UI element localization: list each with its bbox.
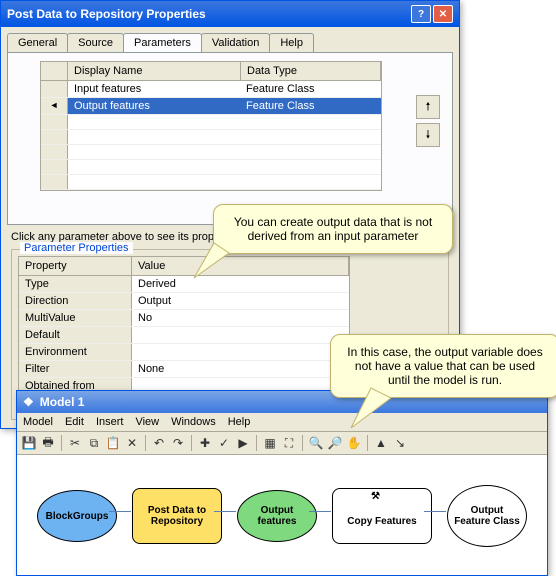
paste-icon[interactable]: 📋 (105, 435, 121, 451)
grid-header-name[interactable]: Display Name (68, 62, 241, 80)
tab-parameters[interactable]: Parameters (123, 33, 202, 52)
move-down-button[interactable]: 🠗 (416, 123, 440, 147)
redo-icon[interactable]: ↷ (170, 435, 186, 451)
auto-layout-icon[interactable]: ▦ (262, 435, 278, 451)
help-icon[interactable]: ? (411, 5, 431, 23)
menu-edit[interactable]: Edit (65, 416, 84, 428)
tab-validation[interactable]: Validation (201, 33, 271, 52)
undo-icon[interactable]: ↶ (151, 435, 167, 451)
delete-icon[interactable]: ✕ (124, 435, 140, 451)
tab-source[interactable]: Source (67, 33, 124, 52)
connect-icon[interactable]: ↘ (392, 435, 408, 451)
table-row[interactable]: Input features Feature Class (41, 81, 381, 98)
table-row[interactable]: FilterNone (19, 361, 349, 378)
node-blockgroups[interactable]: BlockGroups (37, 490, 117, 542)
print-icon[interactable]: 🖶 (40, 435, 56, 451)
full-extent-icon[interactable]: ⛶ (281, 435, 297, 451)
validate-icon[interactable]: ✓ (216, 435, 232, 451)
copy-icon[interactable]: ⧉ (86, 435, 102, 451)
model-toolbar: 💾 🖶 ✂ ⧉ 📋 ✕ ↶ ↷ ✚ ✓ ▶ ▦ ⛶ 🔍 🔎 ✋ ▲ ↘ (17, 432, 547, 455)
menu-model[interactable]: Model (23, 416, 53, 428)
zoom-out-icon[interactable]: 🔎 (327, 435, 343, 451)
save-icon[interactable]: 💾 (21, 435, 37, 451)
prop-header-key: Property (19, 257, 132, 275)
node-output-features[interactable]: Output features (237, 490, 317, 542)
callout-2: In this case, the output variable does n… (330, 334, 556, 398)
menu-windows[interactable]: Windows (171, 416, 216, 428)
select-icon[interactable]: ▲ (373, 435, 389, 451)
parameters-panel: Display Name Data Type Input features Fe… (7, 52, 453, 225)
dialog-titlebar[interactable]: Post Data to Repository Properties ? ✕ (1, 1, 459, 27)
menu-view[interactable]: View (135, 416, 159, 428)
table-row[interactable]: Environment (19, 344, 349, 361)
tab-strip: General Source Parameters Validation Hel… (1, 27, 459, 52)
node-post-data[interactable]: Post Data to Repository (132, 488, 222, 544)
grid-header-type[interactable]: Data Type (241, 62, 381, 80)
menu-insert[interactable]: Insert (96, 416, 124, 428)
add-data-icon[interactable]: ✚ (197, 435, 213, 451)
callout-1: You can create output data that is not d… (213, 204, 453, 254)
cut-icon[interactable]: ✂ (67, 435, 83, 451)
fieldset-legend: Parameter Properties (20, 242, 133, 254)
run-icon[interactable]: ▶ (235, 435, 251, 451)
node-output-feature-class[interactable]: Output Feature Class (447, 485, 527, 547)
model-menubar: Model Edit Insert View Windows Help (17, 413, 547, 432)
table-row[interactable]: DirectionOutput (19, 293, 349, 310)
tab-help[interactable]: Help (269, 33, 314, 52)
parameters-grid[interactable]: Display Name Data Type Input features Fe… (40, 61, 382, 191)
menu-help[interactable]: Help (228, 416, 251, 428)
model-window: ❖ Model 1 Model Edit Insert View Windows… (16, 390, 548, 576)
model-icon: ❖ (23, 395, 34, 409)
table-row[interactable]: MultiValueNo (19, 310, 349, 327)
dialog-title: Post Data to Repository Properties (7, 7, 409, 21)
table-row[interactable]: Default (19, 327, 349, 344)
hammer-icon: ⚒ (371, 491, 380, 502)
node-copy-features[interactable]: ⚒Copy Features (332, 488, 432, 544)
close-icon[interactable]: ✕ (433, 5, 453, 23)
pan-icon[interactable]: ✋ (346, 435, 362, 451)
prop-header-val: Value (132, 257, 349, 275)
move-up-button[interactable]: 🠕 (416, 95, 440, 119)
table-row[interactable]: ◄ Output features Feature Class (41, 98, 381, 115)
zoom-in-icon[interactable]: 🔍 (308, 435, 324, 451)
model-canvas[interactable]: BlockGroups Post Data to Repository Outp… (17, 455, 547, 575)
tab-general[interactable]: General (7, 33, 68, 52)
